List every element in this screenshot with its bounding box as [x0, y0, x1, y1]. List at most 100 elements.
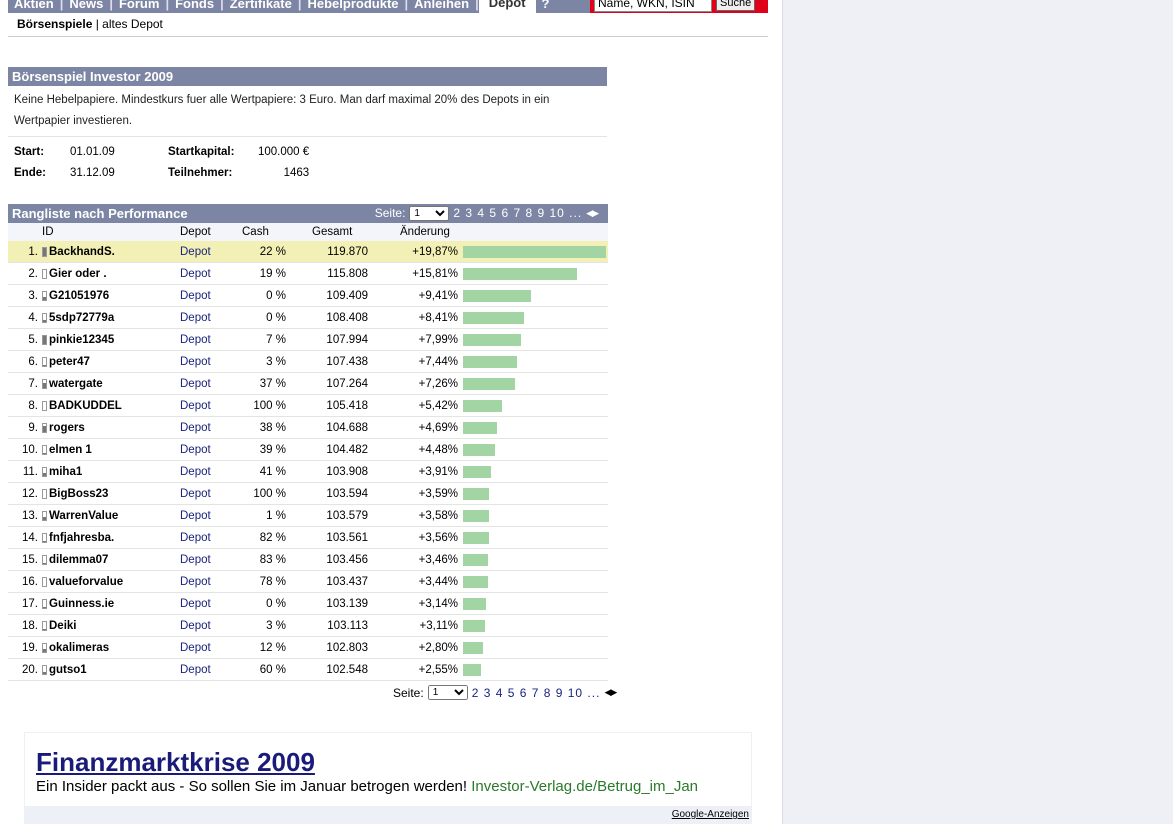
user-id[interactable]: BackhandS.: [49, 246, 115, 258]
col-cash[interactable]: Cash: [230, 226, 286, 238]
aenderung: +19,87%: [412, 245, 458, 258]
user-id[interactable]: pinkie12345: [49, 334, 114, 346]
page-links[interactable]: 2 3 4 5 6 7 8 9 10 ...: [472, 686, 601, 700]
cash: 0 %: [266, 289, 286, 302]
rank: 5.: [28, 333, 38, 346]
gesamt: 103.456: [326, 553, 368, 566]
gesamt: 119.870: [327, 245, 368, 258]
depot-link[interactable]: Depot: [180, 444, 230, 456]
user-id[interactable]: peter47: [49, 356, 90, 368]
sub-nav-altes-depot[interactable]: altes Depot: [102, 17, 163, 31]
user-id[interactable]: Guinness.ie: [49, 598, 114, 610]
nav-item-anleihen[interactable]: Anleihen: [408, 0, 475, 11]
depot-link[interactable]: Depot: [180, 510, 230, 522]
user-id[interactable]: fnfjahresba.: [49, 532, 114, 544]
user-id[interactable]: gutso1: [49, 664, 87, 676]
gesamt: 107.438: [326, 355, 368, 368]
cash: 82 %: [259, 531, 286, 544]
aenderung: +8,41%: [418, 311, 458, 324]
user-id[interactable]: BigBoss23: [49, 488, 108, 500]
depot-link[interactable]: Depot: [180, 532, 230, 544]
col-aenderung[interactable]: Änderung: [368, 226, 458, 238]
google-ads-label[interactable]: Google-Anzeigen: [25, 806, 751, 823]
depot-link[interactable]: Depot: [180, 554, 230, 566]
depot-link[interactable]: Depot: [180, 576, 230, 588]
table-row: 2. Gier oder . Depot 19 % 115.808 +15,81…: [8, 263, 608, 285]
user-id[interactable]: 5sdp72779a: [49, 312, 114, 324]
nav-item-news[interactable]: News: [63, 0, 109, 11]
activity-icon: [42, 576, 47, 587]
nav-item-fonds[interactable]: Fonds: [169, 0, 220, 11]
table-row: 12. BigBoss23 Depot 100 % 103.594 +3,59%: [8, 483, 608, 505]
sub-nav-boersenspiele[interactable]: Börsenspiele: [17, 17, 92, 31]
user-id[interactable]: rogers: [49, 422, 85, 434]
nav-item-aktien[interactable]: Aktien: [8, 0, 60, 11]
cash: 7 %: [266, 333, 286, 346]
page-select[interactable]: 1: [427, 685, 468, 700]
performance-bar: [463, 311, 524, 324]
sub-nav-sep: |: [92, 17, 103, 31]
ad-link[interactable]: Investor-Verlag.de/Betrug_im_Jan: [471, 778, 698, 795]
search-input[interactable]: [594, 0, 712, 12]
user-id[interactable]: valueforvalue: [49, 576, 123, 588]
user-id[interactable]: Deiki: [49, 620, 77, 632]
aenderung: +3,59%: [418, 487, 458, 500]
performance-bar: [463, 663, 482, 676]
depot-link[interactable]: Depot: [180, 290, 230, 302]
page-links[interactable]: 2 3 4 5 6 7 8 9 10 ...: [453, 204, 582, 223]
aenderung: +5,42%: [418, 399, 458, 412]
depot-link[interactable]: Depot: [180, 642, 230, 654]
user-id[interactable]: dilemma07: [49, 554, 108, 566]
search-button[interactable]: Suche: [716, 0, 756, 11]
nav-item-forum[interactable]: Forum: [113, 0, 165, 11]
depot-link[interactable]: Depot: [180, 488, 230, 500]
user-id[interactable]: Gier oder .: [49, 268, 107, 280]
rank: 18.: [22, 619, 38, 632]
depot-link[interactable]: Depot: [180, 620, 230, 632]
nav-item-zertifikate[interactable]: Zertifikate: [224, 0, 298, 11]
activity-icon: [42, 554, 47, 565]
depot-link[interactable]: Depot: [180, 466, 230, 478]
depot-link[interactable]: Depot: [180, 334, 230, 346]
user-id[interactable]: okalimeras: [49, 642, 109, 654]
depot-link[interactable]: Depot: [180, 378, 230, 390]
user-id[interactable]: BADKUDDEL: [49, 400, 122, 412]
depot-link[interactable]: Depot: [180, 356, 230, 368]
nav-item-hebelprodukte[interactable]: Hebelprodukte: [302, 0, 405, 11]
user-id[interactable]: watergate: [49, 378, 103, 390]
col-gesamt[interactable]: Gesamt: [286, 226, 368, 238]
user-id[interactable]: WarrenValue: [49, 510, 118, 522]
cash: 12 %: [259, 641, 286, 654]
col-id[interactable]: ID: [38, 226, 180, 238]
user-id[interactable]: miha1: [49, 466, 82, 478]
cash: 83 %: [259, 553, 286, 566]
performance-bar: [463, 267, 577, 280]
ranking-header: Rangliste nach Performance Seite: 1 2 3 …: [8, 204, 608, 223]
depot-link[interactable]: Depot: [180, 664, 230, 676]
activity-icon: [42, 532, 47, 543]
depot-link[interactable]: Depot: [180, 246, 230, 258]
aenderung: +7,26%: [418, 377, 458, 390]
rank: 1.: [28, 245, 38, 258]
activity-icon: [42, 356, 47, 367]
depot-link[interactable]: Depot: [180, 400, 230, 412]
depot-link[interactable]: Depot: [180, 598, 230, 610]
depot-link[interactable]: Depot: [180, 268, 230, 280]
prev-next-arrows[interactable]: ◀▶: [586, 204, 599, 223]
game-title: Börsenspiel Investor 2009: [8, 67, 607, 86]
prev-next-arrows[interactable]: ◀▶: [604, 687, 617, 698]
depot-link[interactable]: Depot: [180, 312, 230, 324]
nav-item-depot[interactable]: Depot: [478, 0, 536, 13]
table-row: 20. gutso1 Depot 60 % 102.548 +2,55%: [8, 659, 608, 681]
page-select[interactable]: 1: [409, 206, 450, 221]
depot-link[interactable]: Depot: [180, 422, 230, 434]
rank: 2.: [28, 267, 38, 280]
user-id[interactable]: G21051976: [49, 290, 109, 302]
table-row: 9. rogers Depot 38 % 104.688 +4,69%: [8, 417, 608, 439]
user-id[interactable]: elmen 1: [49, 444, 92, 456]
gesamt: 103.561: [326, 531, 368, 544]
gesamt: 107.264: [326, 377, 368, 390]
ad-title[interactable]: Finanzmarktkrise 2009: [36, 747, 315, 778]
nav-item-help[interactable]: ?: [536, 0, 556, 11]
search-box: Suche: [590, 0, 768, 13]
